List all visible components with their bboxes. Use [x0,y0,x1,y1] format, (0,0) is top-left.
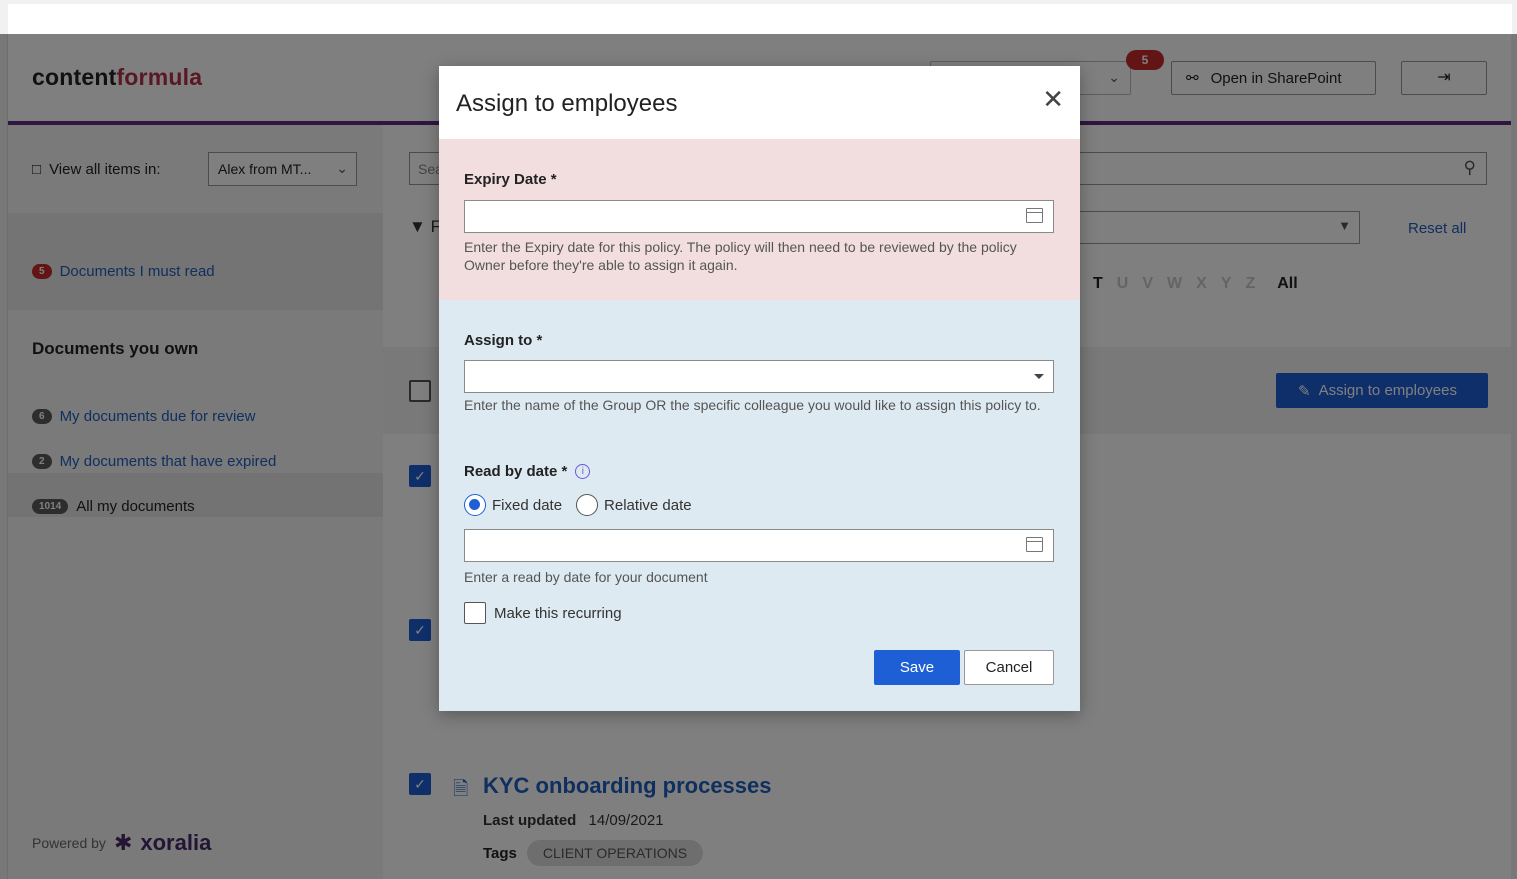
recurring-checkbox[interactable] [464,602,486,624]
caret-down-icon [1034,374,1044,379]
modal-title: Assign to employees [456,90,678,117]
browser-top-strip [0,0,1517,34]
read-by-date-field[interactable] [464,529,1054,562]
fixed-date-radio[interactable] [464,494,486,516]
read-by-date-options: Fixed date Relative date [464,494,692,516]
recurring-option: Make this recurring [464,602,622,624]
cancel-button[interactable]: Cancel [964,650,1054,685]
assign-modal: Assign to employees ✕ Expiry Date * Ente… [439,66,1080,711]
read-by-help: Enter a read by date for your document [464,569,708,585]
calendar-icon[interactable] [1026,537,1043,552]
close-icon[interactable]: ✕ [1042,86,1064,112]
info-icon[interactable]: i [575,464,591,479]
expiry-help: Enter the Expiry date for this policy. T… [464,239,1017,273]
assign-to-help: Enter the name of the Group OR the speci… [464,397,1041,413]
expiry-date-field[interactable] [464,200,1054,233]
browser-top-bar [8,4,1512,34]
save-button[interactable]: Save [874,650,960,685]
relative-date-radio[interactable] [576,494,599,516]
recurring-label: Make this recurring [494,604,622,622]
read-by-date-label: Read by date * i [464,463,591,480]
read-by-date-text: Read by date * [464,463,568,480]
fixed-date-label: Fixed date [492,496,563,514]
calendar-icon[interactable] [1026,208,1043,223]
assign-to-select[interactable] [464,360,1054,393]
expiry-date-label: Expiry Date * [464,171,557,188]
relative-date-label: Relative date [604,496,692,514]
assign-to-label: Assign to * [464,332,543,349]
